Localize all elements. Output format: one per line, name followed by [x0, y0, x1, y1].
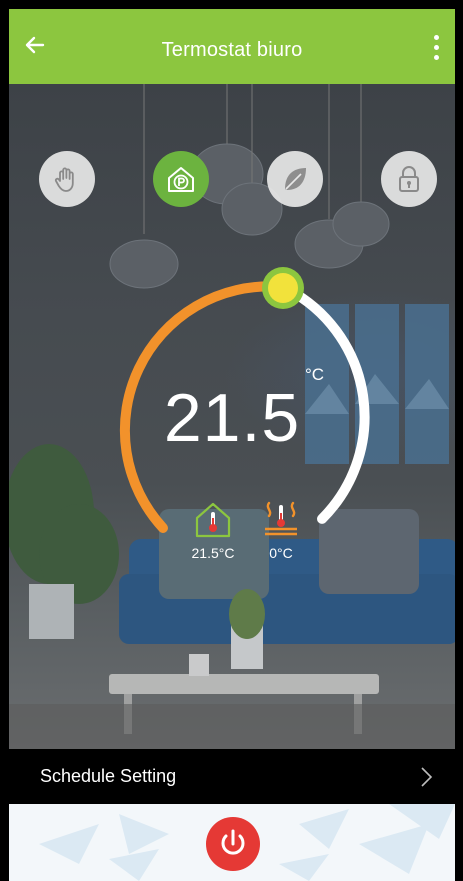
leaf-icon: [285, 168, 306, 190]
mode-manual-button[interactable]: [39, 151, 95, 207]
schedule-setting-label: Schedule Setting: [40, 766, 177, 786]
app-bar: Termostat biuro: [9, 9, 455, 84]
floor-heating-thermometer-icon: [265, 501, 297, 536]
more-vertical-icon[interactable]: [431, 35, 441, 65]
room-thermometer-icon: [195, 502, 231, 538]
power-button[interactable]: [206, 817, 260, 871]
schedule-setting-row[interactable]: Schedule Setting: [9, 749, 455, 804]
footer-panel: [9, 804, 455, 881]
house-program-icon: [168, 167, 194, 192]
lock-icon: [399, 166, 419, 192]
room-temperature-sensor: 21.5°C: [183, 499, 243, 561]
temperature-unit: °C: [305, 365, 325, 384]
page-title: Termostat biuro: [161, 39, 303, 61]
room-temperature-value: 21.5°C: [191, 545, 235, 561]
mode-lock-button[interactable]: [381, 151, 437, 207]
chevron-right-icon: [421, 767, 433, 787]
floor-temperature-value: 0°C: [269, 545, 293, 561]
setpoint-temperature: 21.5: [163, 380, 301, 456]
mode-program-button[interactable]: [153, 151, 209, 207]
floor-temperature-sensor: 0°C: [251, 499, 311, 561]
hand-icon: [54, 167, 74, 192]
dial-knob[interactable]: [262, 267, 304, 309]
app-screen: Termostat biuro 21.5 °C 21.5°C 0°C Sched…: [9, 9, 455, 881]
mode-eco-button[interactable]: [267, 151, 323, 207]
power-icon: [221, 829, 245, 855]
